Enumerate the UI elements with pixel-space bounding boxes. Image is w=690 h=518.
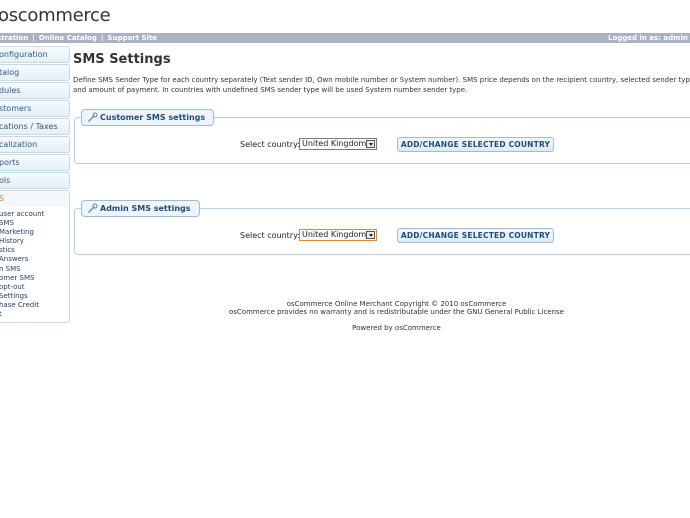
oscommerce-logo[interactable]: oscommerce xyxy=(0,5,111,26)
online-catalog-link[interactable]: Online Catalog xyxy=(39,34,97,42)
admin-sms-settings-title: Admin SMS settings xyxy=(100,204,191,213)
admin-sms-settings-tab: Admin SMS settings xyxy=(81,200,200,217)
selected-country-value: United Kingdom xyxy=(302,230,367,239)
submenu-item-last[interactable]: t xyxy=(0,310,69,319)
sidebar-item-modules[interactable]: dules xyxy=(0,82,70,99)
submenu-item-admin-sms[interactable]: n SMS xyxy=(0,265,69,274)
submenu-item-user-account[interactable]: user account xyxy=(0,210,69,219)
admin-add-change-country-button[interactable]: ADD/CHANGE SELECTED COUNTRY xyxy=(397,228,554,243)
customer-sms-settings-panel: Customer SMS settings Select country: Un… xyxy=(74,109,690,164)
customer-add-change-country-button[interactable]: ADD/CHANGE SELECTED COUNTRY xyxy=(397,137,554,152)
customer-sms-settings-tab: Customer SMS settings xyxy=(81,109,215,126)
sidebar-item-reports[interactable]: ports xyxy=(0,154,70,171)
sidebar-item-tools[interactable]: ols xyxy=(0,172,70,189)
sms-submenu: user account SMS Marketing History stics… xyxy=(0,207,70,324)
submenu-item-send-sms[interactable]: SMS xyxy=(0,219,69,228)
submenu-item-settings[interactable]: Settings xyxy=(0,292,69,301)
page-description: Define SMS Sender Type for each country … xyxy=(73,76,690,94)
sidebar-item-sms[interactable]: S xyxy=(0,190,70,207)
admin-country-select[interactable]: United Kingdom xyxy=(299,229,377,241)
submenu-item-customer-sms[interactable]: omer SMS xyxy=(0,274,69,283)
link-separator: | xyxy=(100,34,104,42)
wrench-icon xyxy=(88,112,98,122)
submenu-item-purchase-credit[interactable]: hase Credit xyxy=(0,301,69,310)
administration-link[interactable]: stration xyxy=(0,34,28,42)
admin-sms-settings-panel: Admin SMS settings Select country: Unite… xyxy=(74,200,690,255)
footer-license: osCommerce provides no warranty and is r… xyxy=(228,308,564,316)
link-separator: | xyxy=(32,34,35,42)
submenu-item-statistics[interactable]: stics xyxy=(0,246,69,255)
customer-country-select[interactable]: United Kingdom xyxy=(299,138,377,150)
selected-country-value: United Kingdom xyxy=(302,139,367,148)
page-title: SMS Settings xyxy=(73,52,171,67)
dropdown-arrow-icon[interactable] xyxy=(366,140,375,148)
submenu-item-marketing[interactable]: Marketing xyxy=(0,228,69,237)
dropdown-arrow-icon[interactable] xyxy=(366,231,375,239)
sidebar-item-locations-taxes[interactable]: cations / Taxes xyxy=(0,118,70,135)
submenu-item-opt-out[interactable]: opt-out xyxy=(0,283,69,292)
submenu-item-answers[interactable]: Answers xyxy=(0,255,69,264)
sidebar: onfiguration talog dules stomers cations… xyxy=(0,46,70,324)
top-navigation-bar: stration | Online Catalog | Support Site Log… xyxy=(0,33,690,43)
support-site-link[interactable]: Support Site xyxy=(107,34,157,42)
sidebar-item-localization[interactable]: calization xyxy=(0,136,70,153)
logged-in-status[interactable]: Logged in as: admin (l xyxy=(608,33,690,43)
sidebar-item-catalog[interactable]: talog xyxy=(0,64,70,81)
select-country-label: Select country: xyxy=(240,140,300,149)
wrench-icon xyxy=(88,203,98,213)
sidebar-item-configuration[interactable]: onfiguration xyxy=(0,46,70,63)
sidebar-item-customers[interactable]: stomers xyxy=(0,100,70,117)
customer-sms-settings-title: Customer SMS settings xyxy=(100,113,206,122)
select-country-label: Select country: xyxy=(240,231,300,240)
footer-powered-by: Powered by osCommerce xyxy=(352,324,441,332)
header-links: stration | Online Catalog | Support Site xyxy=(0,33,157,43)
submenu-item-history[interactable]: History xyxy=(0,237,69,246)
